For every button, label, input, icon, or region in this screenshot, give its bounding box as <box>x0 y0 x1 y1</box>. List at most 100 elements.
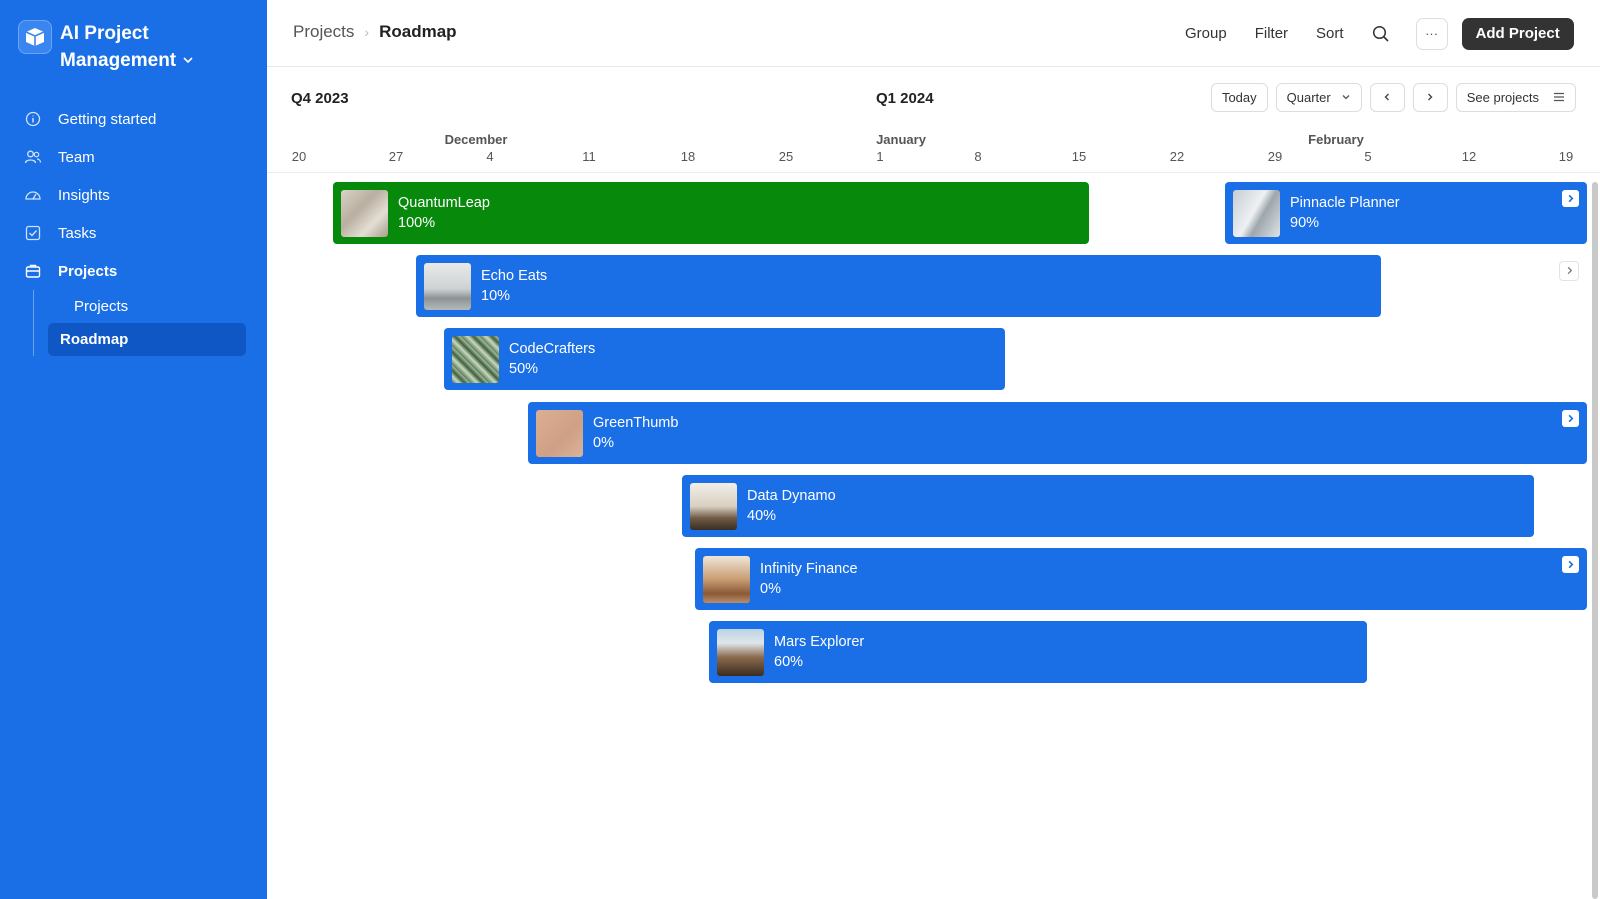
chevron-right-icon <box>1425 90 1435 105</box>
project-progress: 0% <box>760 581 781 597</box>
timeline-toolbar: Today Quarter See projects <box>1203 83 1576 112</box>
zoom-select-value: Quarter <box>1286 90 1331 105</box>
top-header: Projects › Roadmap Group Filter Sort ···… <box>267 0 1600 67</box>
app-logo-icon <box>18 20 52 54</box>
sort-button[interactable]: Sort <box>1316 25 1344 42</box>
project-thumbnail <box>1233 189 1280 237</box>
project-name: Echo Eats <box>481 268 548 284</box>
sidebar-subitem-roadmap[interactable]: Roadmap <box>48 323 246 356</box>
month-label-january: January <box>876 132 926 147</box>
project-thumbnail <box>703 555 750 603</box>
sidebar-item-label: Team <box>58 148 95 166</box>
sidebar-item-insights[interactable]: Insights <box>0 176 267 214</box>
day-label: 15 <box>1071 149 1087 164</box>
chevron-down-icon <box>1341 90 1351 105</box>
day-label: 11 <box>582 149 596 164</box>
day-label: 25 <box>778 149 794 164</box>
chevron-left-icon <box>1382 90 1392 105</box>
project-name: CodeCrafters <box>509 341 596 357</box>
see-projects-label: See projects <box>1466 90 1539 105</box>
zoom-select[interactable]: Quarter <box>1275 83 1362 112</box>
next-period-button[interactable] <box>1412 83 1448 112</box>
workspace-name-line1: AI Project <box>60 23 149 44</box>
filter-button[interactable]: Filter <box>1255 25 1288 42</box>
breadcrumb: Projects › Roadmap <box>293 22 457 42</box>
project-bar-echo-eats[interactable]: Echo Eats 10% <box>416 255 1381 317</box>
project-thumbnail <box>341 189 388 237</box>
vertical-scrollbar[interactable] <box>1592 182 1598 899</box>
project-thumbnail <box>536 409 583 457</box>
day-label: 27 <box>388 149 404 164</box>
group-button[interactable]: Group <box>1185 25 1227 42</box>
sidebar-item-label: Getting started <box>58 110 157 128</box>
checkbox-icon <box>24 224 42 242</box>
chevron-right-icon: › <box>364 24 370 40</box>
prev-period-button[interactable] <box>1369 83 1405 112</box>
month-label-december: December <box>444 132 508 147</box>
day-label: 12 <box>1461 149 1477 164</box>
see-projects-button[interactable]: See projects <box>1455 83 1576 112</box>
day-label: 4 <box>486 149 494 164</box>
chevron-right-icon[interactable] <box>1562 556 1579 573</box>
scroll-to-project-button[interactable] <box>1559 261 1579 281</box>
day-label: 5 <box>1364 149 1372 164</box>
timeline-divider <box>267 172 1600 173</box>
day-label: 29 <box>1267 149 1283 164</box>
project-thumbnail <box>717 628 764 676</box>
today-button[interactable]: Today <box>1210 83 1268 112</box>
day-label: 22 <box>1169 149 1185 164</box>
project-name: GreenThumb <box>593 415 679 431</box>
sidebar-item-label: Insights <box>58 186 110 204</box>
team-icon <box>24 148 42 166</box>
project-name: Data Dynamo <box>747 488 836 504</box>
header-actions: Group Filter Sort ··· Add Project <box>1185 0 1574 67</box>
info-icon <box>24 110 42 128</box>
sidebar-item-getting-started[interactable]: Getting started <box>0 100 267 138</box>
project-bar-quantumleap[interactable]: QuantumLeap 100% <box>333 182 1089 244</box>
project-progress: 100% <box>398 215 436 231</box>
sidebar-item-tasks[interactable]: Tasks <box>0 214 267 252</box>
project-bar-pinnacle-planner[interactable]: Pinnacle Planner 90% <box>1225 182 1587 244</box>
workspace-name-line2: Management <box>60 50 177 71</box>
day-label: 18 <box>680 149 696 164</box>
sidebar-item-team[interactable]: Team <box>0 138 267 176</box>
day-label: 19 <box>1558 149 1574 164</box>
project-thumbnail <box>690 482 737 530</box>
sidebar-nav: Getting started Team Insights Tasks Proj… <box>0 100 267 356</box>
project-bar-mars-explorer[interactable]: Mars Explorer 60% <box>709 621 1367 683</box>
project-name: Pinnacle Planner <box>1290 195 1400 211</box>
breadcrumb-projects[interactable]: Projects <box>293 22 354 42</box>
day-label: 1 <box>876 149 884 164</box>
project-progress: 60% <box>774 654 804 670</box>
project-progress: 50% <box>509 361 539 377</box>
list-icon <box>1553 90 1565 105</box>
project-name: QuantumLeap <box>398 195 490 211</box>
day-label: 20 <box>291 149 307 164</box>
workspace-switcher[interactable]: AI Project Management <box>18 20 194 74</box>
project-thumbnail <box>452 335 499 383</box>
project-name: Infinity Finance <box>760 561 858 577</box>
project-bar-data-dynamo[interactable]: Data Dynamo 40% <box>682 475 1534 537</box>
project-bar-infinity-finance[interactable]: Infinity Finance 0% <box>695 548 1587 610</box>
chevron-right-icon[interactable] <box>1562 410 1579 427</box>
sidebar-item-label: Projects <box>58 262 118 280</box>
project-progress: 10% <box>481 288 511 304</box>
project-thumbnail <box>424 262 471 310</box>
quarter-label-q1: Q1 2024 <box>876 90 934 107</box>
sidebar: AI Project Management Getting started Te… <box>0 0 267 899</box>
quarter-label-q4: Q4 2023 <box>291 90 349 107</box>
chevron-right-icon <box>1565 262 1574 280</box>
sidebar-item-projects[interactable]: Projects <box>0 252 267 290</box>
project-name: Mars Explorer <box>774 634 865 650</box>
search-icon[interactable] <box>1372 25 1390 43</box>
chevron-right-icon[interactable] <box>1562 190 1579 207</box>
project-bar-codecrafters[interactable]: CodeCrafters 50% <box>444 328 1005 390</box>
project-bar-greenthumb[interactable]: GreenThumb 0% <box>528 402 1587 464</box>
sidebar-subitem-projects[interactable]: Projects <box>48 290 247 323</box>
project-progress: 40% <box>747 508 777 524</box>
add-project-button[interactable]: Add Project <box>1461 17 1574 50</box>
month-label-february: February <box>1308 132 1364 147</box>
more-options-button[interactable]: ··· <box>1415 17 1448 50</box>
briefcase-icon <box>24 262 42 280</box>
sidebar-item-label: Tasks <box>58 224 97 242</box>
